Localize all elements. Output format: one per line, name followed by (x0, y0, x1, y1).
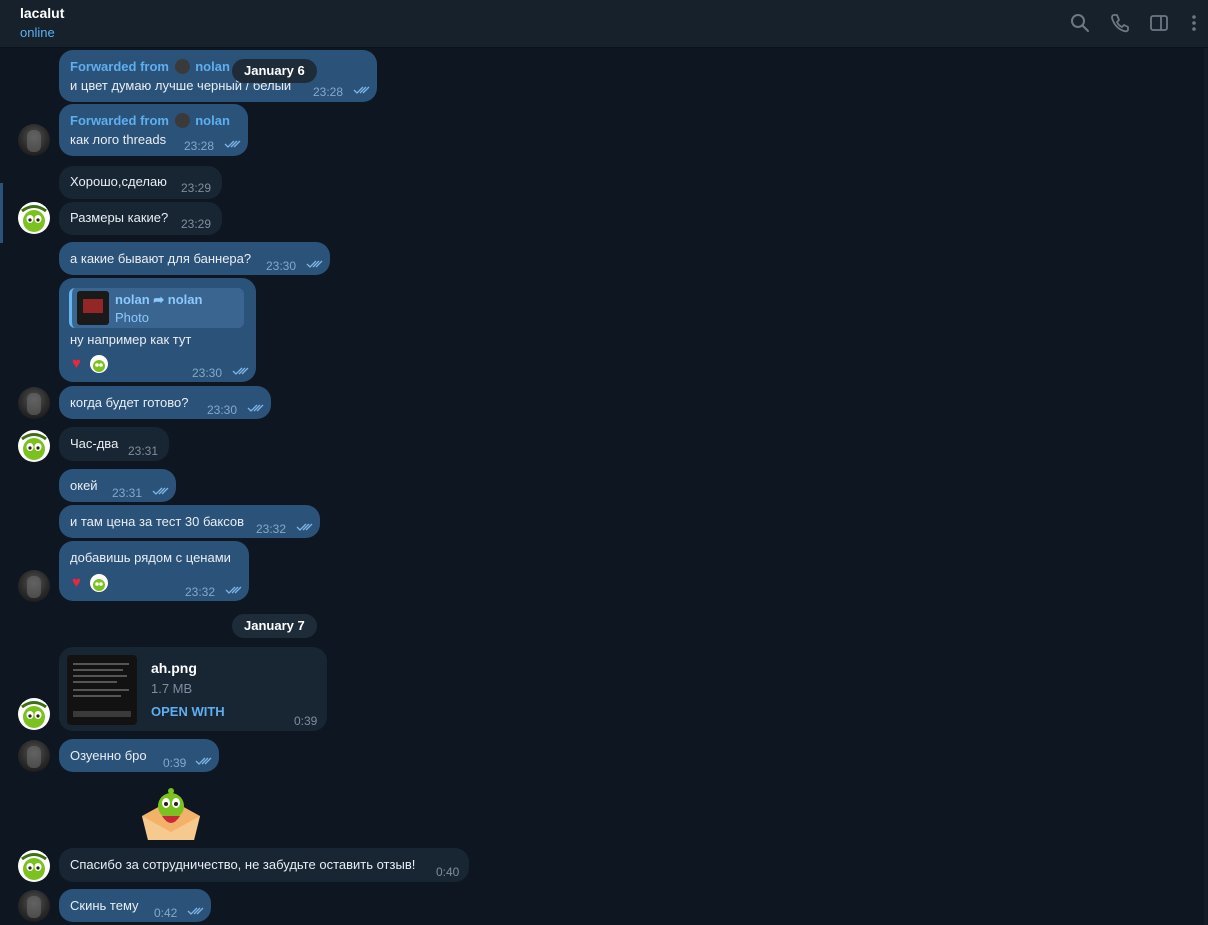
double-check-icon (232, 367, 249, 375)
message-time: 23:29 (181, 181, 212, 195)
message-text: и там цена за тест 30 баксов (70, 514, 244, 529)
open-with-button[interactable]: OPEN WITH (151, 703, 225, 721)
message-text: Спасибо за сотрудничество, не забудьте о… (70, 857, 416, 872)
message-text: Озуенно бро (70, 748, 147, 763)
avatar[interactable] (18, 387, 50, 419)
chat-header: lacalut online (0, 0, 1208, 48)
message-text: ну например как тут (70, 332, 192, 347)
message-text: Размеры какие? (70, 210, 169, 225)
avatar[interactable] (18, 202, 50, 234)
message-text: окей (70, 478, 98, 493)
file-size: 1.7 MB (151, 681, 193, 696)
more-vertical-icon[interactable] (1183, 12, 1205, 34)
double-check-icon (225, 586, 242, 594)
message-time: 23:28 (313, 85, 344, 99)
message-text: добавишь рядом с ценами (70, 550, 231, 565)
message-bubble[interactable]: Хорошо,сделаю 23:29 (59, 166, 222, 199)
message-text: Скинь тему (70, 898, 139, 913)
chat-title[interactable]: lacalut (20, 5, 64, 21)
message-bubble[interactable]: Спасибо за сотрудничество, не забудьте о… (59, 848, 469, 882)
message-bubble[interactable]: nolan ➦ nolan Photo ну например как тут … (59, 278, 256, 382)
date-separator: January 6 (232, 59, 317, 83)
message-text: Хорошо,сделаю (70, 174, 167, 189)
forwarded-header[interactable]: Forwarded from nolan (70, 58, 230, 76)
file-message[interactable]: ah.png 1.7 MB OPEN WITH 0:39 (59, 647, 327, 731)
message-text: а какие бывают для баннера? (70, 251, 252, 266)
avatar[interactable] (18, 698, 50, 730)
message-time: 23:30 (192, 366, 223, 380)
avatar[interactable] (18, 740, 50, 772)
message-time: 23:31 (112, 486, 143, 500)
avatar[interactable] (18, 124, 50, 156)
message-time: 23:29 (181, 217, 212, 231)
scrollbar[interactable] (1204, 48, 1208, 925)
double-check-icon (247, 404, 264, 412)
message-bubble[interactable]: когда будет готово? 23:30 (59, 386, 271, 419)
message-text: Час-два (70, 436, 119, 451)
search-icon[interactable] (1069, 12, 1091, 34)
message-bubble[interactable]: Размеры какие? 23:29 (59, 202, 222, 235)
double-check-icon (296, 523, 313, 531)
double-check-icon (353, 86, 370, 94)
message-bubble[interactable]: Час-два 23:31 (59, 427, 169, 461)
unread-indicator (0, 183, 3, 243)
forward-avatar-icon (174, 113, 190, 128)
message-text: как лого threads (70, 132, 167, 147)
message-bubble[interactable]: а какие бывают для баннера? 23:30 (59, 242, 330, 275)
message-time: 0:39 (163, 756, 187, 770)
message-bubble[interactable]: Озуенно бро 0:39 (59, 739, 219, 772)
reply-quote[interactable]: nolan ➦ nolan Photo (69, 288, 244, 328)
sticker[interactable] (138, 782, 204, 844)
avatar[interactable] (18, 850, 50, 882)
message-text: когда будет готово? (70, 395, 189, 410)
message-time: 0:39 (294, 714, 318, 728)
avatar[interactable] (18, 570, 50, 602)
reactions[interactable]: ♥ (69, 573, 114, 593)
reaction-avatar (90, 574, 108, 592)
forwarded-header[interactable]: Forwarded from nolan (70, 112, 230, 130)
double-check-icon (195, 757, 212, 765)
message-time: 23:28 (184, 139, 215, 153)
message-time: 23:32 (185, 585, 216, 599)
double-check-icon (187, 907, 204, 915)
message-time: 23:31 (128, 444, 159, 458)
chat-status: online (20, 25, 55, 40)
file-thumbnail[interactable] (67, 655, 137, 725)
avatar[interactable] (18, 430, 50, 462)
heart-reaction-icon[interactable]: ♥ (72, 356, 81, 372)
reply-photo-thumbnail (77, 291, 109, 325)
message-bubble[interactable]: окей 23:31 (59, 469, 176, 502)
message-bubble[interactable]: и там цена за тест 30 баксов 23:32 (59, 505, 320, 538)
forward-avatar-icon (174, 59, 190, 74)
reply-type: Photo (115, 310, 149, 325)
avatar[interactable] (18, 890, 50, 922)
double-check-icon (152, 487, 169, 495)
message-time: 23:30 (266, 259, 297, 273)
message-time: 0:42 (154, 906, 178, 920)
sidebar-toggle-icon[interactable] (1148, 12, 1170, 34)
message-time: 23:30 (207, 403, 238, 417)
reactions[interactable]: ♥ (69, 354, 114, 374)
double-check-icon (306, 260, 323, 268)
message-time: 0:40 (436, 865, 460, 879)
message-bubble[interactable]: добавишь рядом с ценами ♥ 23:32 (59, 541, 249, 601)
message-bubble[interactable]: Forwarded from nolan как лого threads 23… (59, 104, 248, 156)
message-time: 23:32 (256, 522, 287, 536)
reaction-avatar (90, 355, 108, 373)
file-name: ah.png (151, 660, 197, 676)
phone-icon[interactable] (1109, 12, 1131, 34)
message-bubble[interactable]: Forwarded from nolan и цвет думаю лучше … (59, 50, 377, 102)
heart-reaction-icon[interactable]: ♥ (72, 575, 81, 591)
reply-author: nolan ➦ nolan (115, 292, 203, 307)
date-separator: January 7 (232, 614, 317, 638)
message-bubble[interactable]: Скинь тему 0:42 (59, 889, 211, 922)
double-check-icon (224, 140, 241, 148)
